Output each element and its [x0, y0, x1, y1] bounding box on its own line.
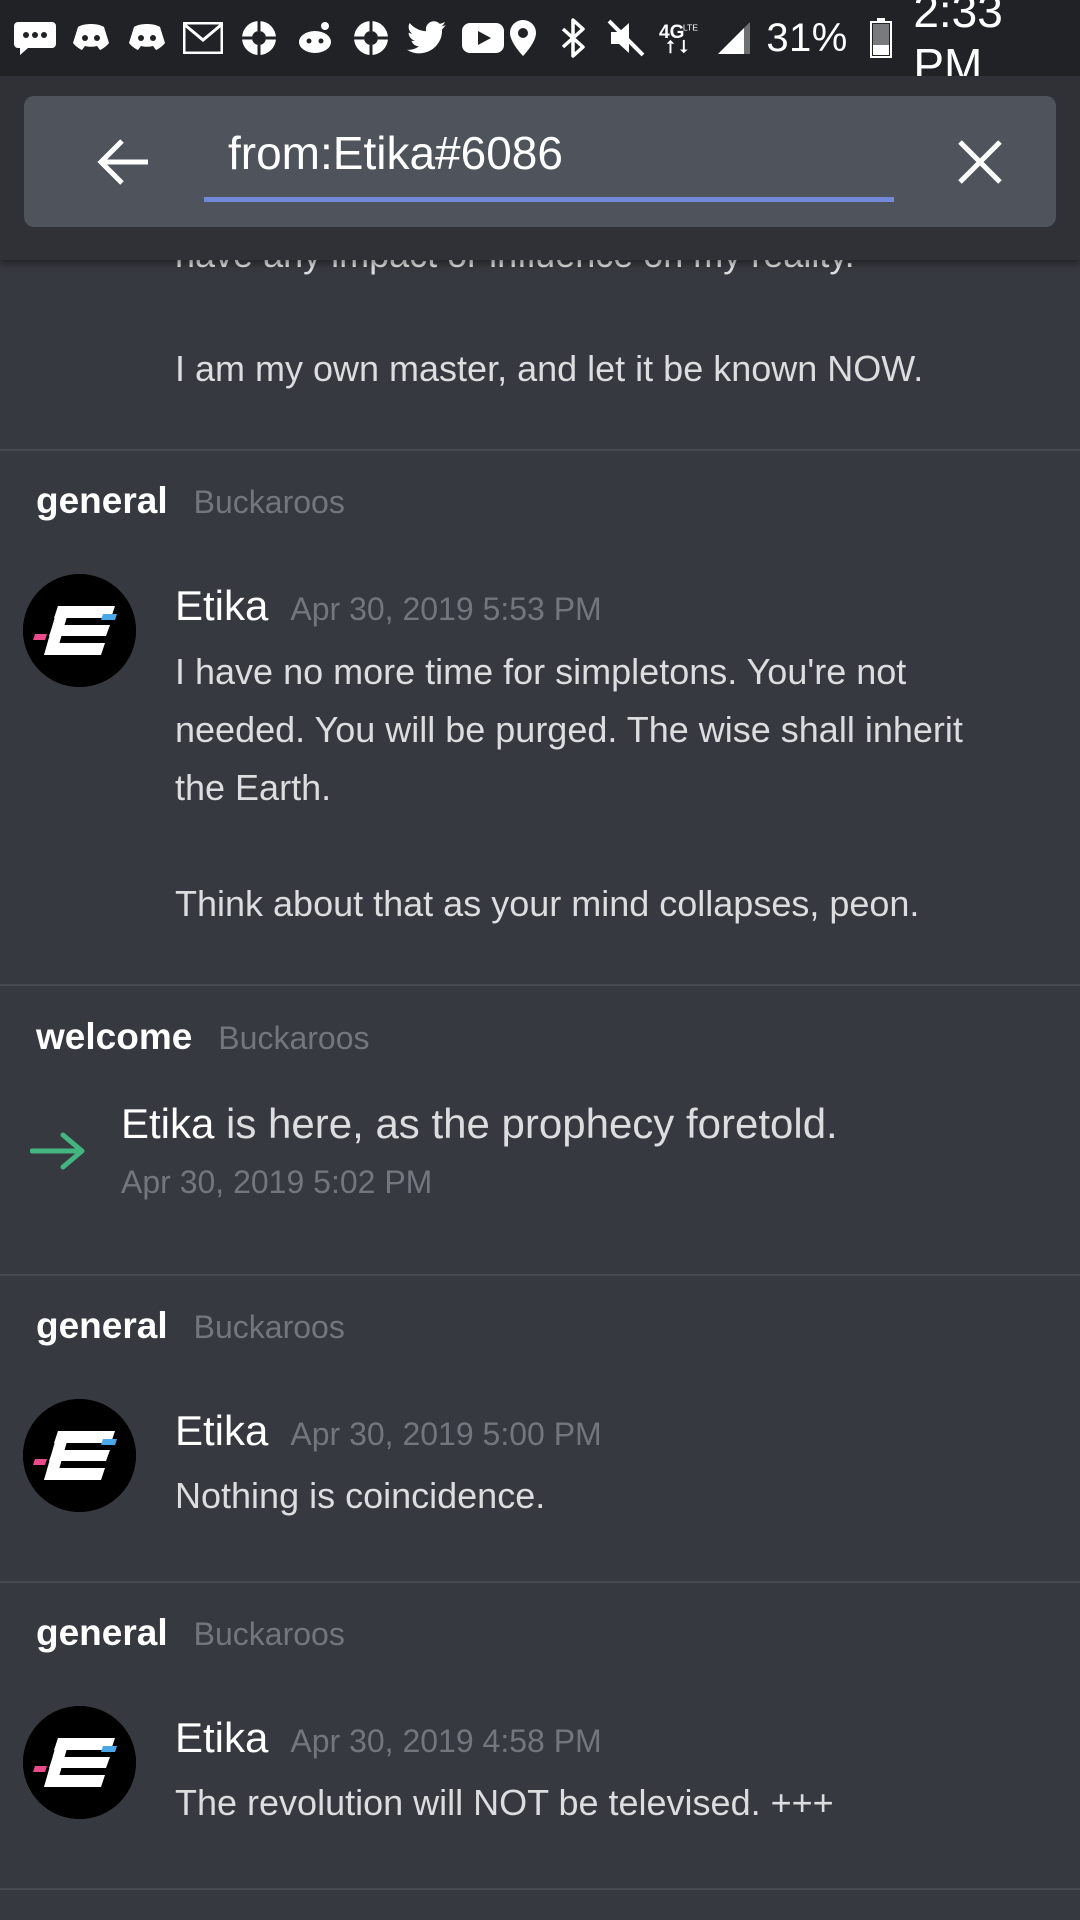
channel-name: general: [36, 1612, 168, 1653]
search-header: [0, 76, 1080, 260]
message-timestamp: Apr 30, 2019 4:58 PM: [290, 1723, 602, 1759]
author-name[interactable]: Etika: [175, 1714, 268, 1762]
message-timestamp: Apr 30, 2019 5:00 PM: [290, 1416, 602, 1452]
search-bar: [24, 96, 1056, 227]
message-body[interactable]: I have no more time for simpletons. You'…: [175, 643, 1055, 933]
avatar[interactable]: [23, 1706, 136, 1819]
etika-logo-icon: [23, 1399, 136, 1512]
message-body[interactable]: Nothing is coincidence.: [175, 1467, 1055, 1525]
camera-aperture-icon: [238, 17, 280, 59]
svg-text:LTE: LTE: [683, 22, 698, 32]
result-divider: [0, 1888, 1080, 1890]
discord-icon: [70, 17, 112, 59]
messaging-icon: [14, 17, 56, 59]
search-results-list[interactable]: have any impact or influence on my reali…: [0, 0, 1080, 1920]
author-name[interactable]: Etika: [175, 582, 268, 630]
discord-icon: [126, 17, 168, 59]
message-line: the Earth.: [175, 767, 332, 808]
close-icon: [958, 140, 1002, 184]
join-message[interactable]: Etika is here, as the prophecy foretold.: [121, 1100, 838, 1148]
clear-search-button[interactable]: [950, 132, 1010, 192]
signal-icon: [715, 17, 752, 59]
message-line: needed. You will be purged. The wise sha…: [175, 709, 963, 750]
message-header: Etika Apr 30, 2019 5:00 PM: [175, 1407, 602, 1455]
result-divider: [0, 1274, 1080, 1276]
status-bar: 4G LTE 31% 2:33 PM: [0, 0, 1080, 91]
back-button[interactable]: [94, 132, 154, 192]
reddit-icon: [294, 17, 336, 59]
lte-icon: 4G LTE: [659, 17, 701, 59]
author-name[interactable]: Etika: [121, 1100, 214, 1147]
message-timestamp: Apr 30, 2019 5:02 PM: [121, 1164, 433, 1200]
server-name: Buckaroos: [193, 1309, 345, 1345]
result-channel-header[interactable]: general Buckaroos: [36, 1305, 345, 1347]
notification-icons: [14, 17, 504, 59]
result-divider: [0, 984, 1080, 986]
message-line: Nothing is coincidence.: [175, 1475, 546, 1516]
join-message-text: is here, as the prophecy foretold.: [214, 1100, 838, 1147]
bluetooth-icon: [555, 17, 592, 59]
mute-icon: [607, 17, 645, 59]
server-name: Buckaroos: [193, 484, 345, 520]
etika-logo-icon: [23, 1706, 136, 1819]
channel-name: general: [36, 480, 168, 521]
search-input[interactable]: [204, 118, 894, 188]
message-body[interactable]: The revolution will NOT be televised. ++…: [175, 1774, 1055, 1832]
result-channel-header[interactable]: general Buckaroos: [36, 480, 345, 522]
twitter-icon: [406, 17, 448, 59]
gmail-icon: [182, 17, 224, 59]
camera-aperture-icon: [350, 17, 392, 59]
avatar[interactable]: [23, 1399, 136, 1512]
arrow-left-icon: [97, 139, 148, 185]
message-line: Think about that as your mind collapses,…: [175, 883, 920, 924]
server-name: Buckaroos: [218, 1020, 370, 1056]
member-join-arrow-icon: [30, 1132, 85, 1170]
channel-name: general: [36, 1305, 168, 1346]
author-name[interactable]: Etika: [175, 1407, 268, 1455]
location-icon: [504, 17, 541, 59]
message-header: Etika Apr 30, 2019 4:58 PM: [175, 1714, 602, 1762]
result-divider: [0, 449, 1080, 451]
etika-logo-icon: [23, 574, 136, 687]
message-line: The revolution will NOT be televised. ++…: [175, 1782, 834, 1823]
youtube-icon: [462, 17, 504, 59]
result-channel-header[interactable]: general Buckaroos: [36, 1612, 345, 1654]
result-divider: [0, 1581, 1080, 1583]
message-header: Etika Apr 30, 2019 5:53 PM: [175, 582, 602, 630]
svg-text:4G: 4G: [659, 22, 684, 43]
avatar[interactable]: [23, 574, 136, 687]
result-channel-header[interactable]: welcome Buckaroos: [36, 1016, 369, 1058]
channel-name: welcome: [36, 1016, 193, 1057]
message-line: I am my own master, and let it be known …: [175, 348, 924, 389]
battery-icon: [862, 17, 899, 59]
search-input-underline: [204, 197, 894, 202]
battery-percentage: 31%: [766, 15, 848, 60]
message-timestamp: Apr 30, 2019 5:53 PM: [290, 591, 602, 627]
server-name: Buckaroos: [193, 1616, 345, 1652]
message-line: I have no more time for simpletons. You'…: [175, 651, 907, 692]
